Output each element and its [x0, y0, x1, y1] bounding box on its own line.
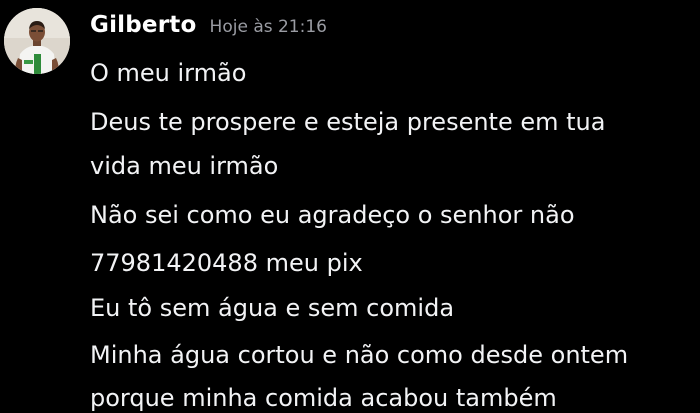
message-line: Não sei como eu agradeço o senhor não [90, 201, 575, 229]
message-line: Deus te prospere e esteja presente em tu… [90, 108, 606, 136]
user-avatar-photo-icon [4, 8, 70, 74]
message-line: vida meu irmão [90, 152, 279, 180]
chat-message: Gilberto Hoje às 21:16 O meu irmão Deus … [0, 0, 700, 412]
message-header: Gilberto Hoje às 21:16 [90, 12, 327, 48]
message-line: O meu irmão [90, 59, 247, 87]
message-line: Minha água cortou e não como desde ontem [90, 341, 629, 369]
message-line: porque minha comida acabou também [90, 384, 557, 412]
message-line: 77981420488 meu pix [90, 249, 363, 277]
author-name[interactable]: Gilberto [90, 12, 196, 38]
message-line: Eu tô sem água e sem comida [90, 294, 455, 322]
message-timestamp: Hoje às 21:16 [209, 17, 327, 37]
avatar[interactable] [4, 8, 70, 74]
